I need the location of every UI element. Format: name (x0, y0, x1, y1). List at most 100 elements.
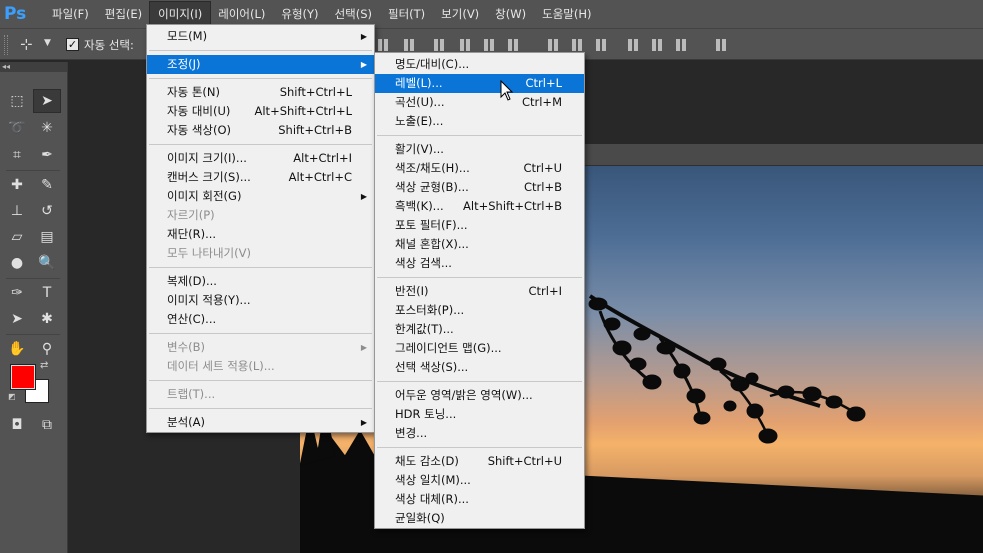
magic-wand-tool-icon[interactable]: ✳ (34, 117, 60, 139)
menu-item[interactable]: 색상 대체(R)... (375, 490, 584, 509)
move-tool-icon[interactable]: ⊹ (20, 35, 33, 53)
hand-tool-icon[interactable]: ✋ (4, 338, 30, 360)
menu-8[interactable]: 창(W) (487, 2, 534, 26)
menu-item[interactable]: 자동 대비(U) Alt+Shift+Ctrl+L (147, 102, 374, 121)
menu-item-label: 선택 색상(S)... (395, 360, 469, 374)
menu-item[interactable]: 분석(A) ▶ (147, 413, 374, 432)
menu-item[interactable]: 색조/채도(H)... Ctrl+U (375, 159, 584, 178)
menu-item[interactable]: 포스터화(P)... (375, 301, 584, 320)
menu-2[interactable]: 이미지(I) (149, 1, 212, 27)
menu-3[interactable]: 레이어(L) (210, 2, 273, 26)
menu-5[interactable]: 선택(S) (327, 2, 380, 26)
pen-tool-icon[interactable]: ✑ (4, 282, 30, 304)
menu-item[interactable]: 그레이디언트 맵(G)... (375, 339, 584, 358)
align-icon[interactable] (628, 38, 644, 52)
auto-select-checkbox[interactable]: ✓ (66, 38, 79, 51)
align-icon[interactable] (676, 38, 692, 52)
menu-4[interactable]: 유형(Y) (273, 2, 326, 26)
menu-item[interactable]: 포토 필터(F)... (375, 216, 584, 235)
gradient-tool-icon[interactable]: ▤ (34, 226, 60, 248)
menu-item[interactable]: 모드(M) ▶ (147, 27, 374, 46)
menu-item[interactable]: 레벨(L)... Ctrl+L (375, 74, 584, 93)
menu-1[interactable]: 편집(E) (97, 2, 150, 26)
move-tool-icon[interactable]: ➤ (33, 89, 61, 113)
align-icon[interactable] (716, 38, 732, 52)
screen-mode-icon[interactable]: ⧉ (34, 414, 60, 436)
menu-item-label: 자동 대비(U) (167, 104, 231, 118)
menu-item[interactable]: 색상 일치(M)... (375, 471, 584, 490)
menu-item[interactable]: 한계값(T)... (375, 320, 584, 339)
crop-tool-icon[interactable]: ⌗ (4, 144, 30, 166)
lasso-tool-icon[interactable]: ➰ (4, 117, 30, 139)
menu-item[interactable]: 이미지 적용(Y)... (147, 291, 374, 310)
menu-item[interactable]: 이미지 회전(G) ▶ (147, 187, 374, 206)
chevron-down-icon[interactable]: ▼ (44, 38, 51, 48)
align-icon[interactable] (434, 38, 450, 52)
align-icon[interactable] (460, 38, 476, 52)
menu-item[interactable]: 연산(C)... (147, 310, 374, 329)
eraser-tool-icon[interactable]: ▱ (4, 226, 30, 248)
menu-item[interactable]: 복제(D)... (147, 272, 374, 291)
menu-item[interactable]: 활기(V)... (375, 140, 584, 159)
align-icon[interactable] (652, 38, 668, 52)
menu-item[interactable]: 균일화(Q) (375, 509, 584, 528)
align-icon[interactable] (404, 38, 420, 52)
dodge-tool-icon[interactable]: 🔍 (34, 252, 60, 274)
menu-item[interactable]: 명도/대비(C)... (375, 55, 584, 74)
menu-item[interactable]: 자동 색상(O) Shift+Ctrl+B (147, 121, 374, 140)
menu-item[interactable]: 변경... (375, 424, 584, 443)
align-icon[interactable] (572, 38, 588, 52)
menu-item[interactable]: HDR 토닝... (375, 405, 584, 424)
rectangular-marquee-tool-icon[interactable]: ⬚ (4, 90, 30, 112)
menu-item[interactable]: 조정(J) ▶ (147, 55, 374, 74)
brush-tool-icon[interactable]: ✎ (34, 174, 60, 196)
default-colors-icon[interactable]: ◩ (8, 392, 16, 401)
menu-item[interactable]: 재단(R)... (147, 225, 374, 244)
menu-item[interactable]: 색상 균형(B)... Ctrl+B (375, 178, 584, 197)
menu-item[interactable]: 반전(I) Ctrl+I (375, 282, 584, 301)
menu-item[interactable]: 채널 혼합(X)... (375, 235, 584, 254)
foreground-color-swatch[interactable] (10, 364, 36, 390)
menu-item-label: 포토 필터(F)... (395, 218, 468, 232)
history-brush-tool-icon[interactable]: ↺ (34, 200, 60, 222)
menu-item[interactable]: 곡선(U)... Ctrl+M (375, 93, 584, 112)
submenu-arrow-icon: ▶ (360, 60, 367, 69)
menu-item: 트랩(T)... (147, 385, 374, 404)
menu-item[interactable]: 색상 검색... (375, 254, 584, 273)
path-selection-tool-icon[interactable]: ➤ (4, 308, 30, 330)
blur-tool-icon[interactable]: ● (4, 252, 30, 274)
menu-item[interactable]: 채도 감소(D) Shift+Ctrl+U (375, 452, 584, 471)
menu-item[interactable]: 어두운 영역/밝은 영역(W)... (375, 386, 584, 405)
menu-item[interactable]: 노출(E)... (375, 112, 584, 131)
zoom-tool-icon[interactable]: ⚲ (34, 338, 60, 360)
align-icon[interactable] (596, 38, 612, 52)
menu-item-label: 캔버스 크기(S)... (167, 170, 251, 184)
menu-item[interactable]: 선택 색상(S)... (375, 358, 584, 377)
eyedropper-tool-icon[interactable]: ✒ (34, 144, 60, 166)
menu-9[interactable]: 도움말(H) (534, 2, 599, 26)
align-icon[interactable] (378, 38, 394, 52)
menu-item[interactable]: 흑백(K)... Alt+Shift+Ctrl+B (375, 197, 584, 216)
menu-0[interactable]: 파일(F) (44, 2, 97, 26)
custom-shape-tool-icon[interactable]: ✱ (34, 308, 60, 330)
swap-colors-icon[interactable]: ⇄ (40, 360, 48, 371)
align-icon[interactable] (508, 38, 524, 52)
type-tool-icon[interactable]: T (34, 282, 60, 304)
tools-panel-collapse[interactable]: ◂◂ (0, 62, 67, 72)
quick-mask-icon[interactable]: ◘ (4, 414, 30, 436)
align-icon[interactable] (548, 38, 564, 52)
submenu-arrow-icon: ▶ (360, 192, 367, 201)
options-bar-grip[interactable] (4, 35, 8, 55)
menu-item[interactable]: 캔버스 크기(S)... Alt+Ctrl+C (147, 168, 374, 187)
menu-item-shortcut: Alt+Ctrl+C (288, 170, 352, 184)
menu-item-label: 데이터 세트 적용(L)... (167, 359, 275, 373)
menu-item-shortcut: Alt+Shift+Ctrl+L (254, 104, 353, 118)
menu-separator (149, 380, 372, 381)
menu-7[interactable]: 보기(V) (433, 2, 487, 26)
healing-brush-tool-icon[interactable]: ✚ (4, 174, 30, 196)
clone-stamp-tool-icon[interactable]: ⊥ (4, 200, 30, 222)
menu-item[interactable]: 자동 톤(N) Shift+Ctrl+L (147, 83, 374, 102)
align-icon[interactable] (484, 38, 500, 52)
menu-6[interactable]: 필터(T) (380, 2, 433, 26)
menu-item[interactable]: 이미지 크기(I)... Alt+Ctrl+I (147, 149, 374, 168)
